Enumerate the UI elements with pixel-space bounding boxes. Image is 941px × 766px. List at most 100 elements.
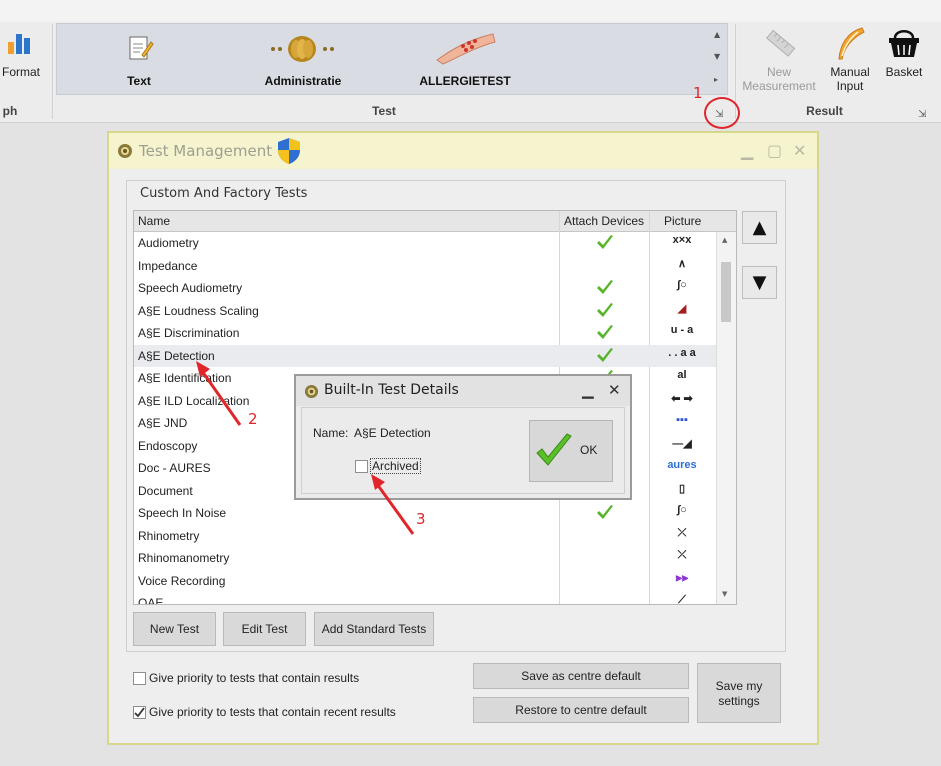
priority-recent-checkbox[interactable] [133,706,146,719]
shield-icon [276,137,302,165]
speech-curve-icon: ∫○ [677,279,687,291]
gallery-item-administratie[interactable]: Administratie [247,74,359,88]
ribbon-separator [52,24,53,119]
basket-button[interactable]: Basket [880,65,928,79]
test-name-cell: Speech In Noise [138,506,227,520]
quill-pen-icon [834,26,868,62]
test-name-cell: A§E JND [138,416,188,430]
bar-chart-icon[interactable] [6,30,36,56]
scroll-thumb[interactable] [721,262,731,322]
window-title: Test Management [139,142,273,160]
table-row[interactable]: Voice Recording ⫸⫸ [134,570,716,592]
restore-centre-default-button[interactable]: Restore to centre default [473,697,689,723]
new-measurement-label-line2: Measurement [742,79,816,93]
test-name-cell: Audiometry [138,236,199,250]
annotation-circle [704,97,740,129]
ribbon-group-caption-result: Result [806,104,843,118]
result-launcher-icon[interactable]: ⇲ [918,109,926,120]
table-row[interactable]: Rhinomanometry ⤫ [134,547,716,569]
column-header-picture[interactable]: Picture [664,214,701,228]
move-down-button[interactable]: ▼ [742,266,777,299]
edit-test-button[interactable]: Edit Test [223,612,306,646]
add-standard-tests-button[interactable]: Add Standard Tests [314,612,434,646]
annotation-number-2: 2 [248,410,258,428]
table-row[interactable]: Speech Audiometry ∫○ [134,277,716,299]
maximize-icon[interactable]: ▢ [767,141,782,160]
priority-results-checkbox[interactable] [133,672,146,685]
close-icon[interactable]: ✕ [793,141,806,160]
text-document-icon [125,34,155,64]
test-name-cell: Doc - AURES [138,461,211,475]
priority-results-label: Give priority to tests that contain resu… [149,671,360,685]
dialog-close-icon[interactable]: ✕ [608,381,621,399]
ribbon-group-graph: Format ph [0,22,52,121]
attach-check-icon [597,235,613,249]
table-row[interactable]: Impedance ∧ [134,255,716,277]
new-test-button[interactable]: New Test [133,612,216,646]
allergy-arm-icon [433,30,497,66]
save-my-settings-button[interactable]: Save my settings [697,663,781,723]
ok-checkmark-icon [536,433,572,466]
save-my-settings-line2: settings [718,694,760,708]
save-centre-default-button[interactable]: Save as centre default [473,663,689,689]
attach-check-icon [597,505,613,519]
arrow-up-icon: ▲ [752,217,767,238]
column-header-attach[interactable]: Attach Devices [564,214,644,228]
rhinomanometry-icon: ⤫ [677,549,687,561]
grid-header: Name Attach Devices Picture [134,211,736,232]
priority-recent-label: Give priority to tests that contain rece… [149,705,396,719]
test-name-cell: Impedance [138,258,198,273]
table-row[interactable]: A§E Loudness Scaling ◢ [134,300,716,322]
move-up-button[interactable]: ▲ [742,211,777,244]
ok-button[interactable]: OK [529,420,613,482]
grid-scrollbar[interactable]: ▲ ▼ [716,232,736,604]
gallery-item-text[interactable]: Text [107,74,171,88]
test-name-cell: A§E Loudness Scaling [138,303,259,318]
dialog-minimize-icon[interactable]: ▁ [582,381,594,399]
test-name-cell: Rhinomanometry [138,551,230,565]
tympanogram-icon: ∧ [677,257,687,270]
annotation-arrow-2 [196,361,242,426]
column-header-name[interactable]: Name [138,214,170,228]
oae-icon: ⟋ [678,594,686,604]
save-my-settings-line1: Save my [715,679,763,693]
gallery-expand-icon[interactable]: ▸ [714,75,718,84]
discrimination-icon: u - a [670,324,694,336]
attach-check-icon [597,280,613,294]
jnd-icon: ▪▪▪ [676,414,688,426]
table-row[interactable]: A§E Discrimination u - a [134,322,716,344]
attach-check-icon [597,325,613,339]
test-name-cell: Endoscopy [138,438,198,453]
aures-logo-icon: aures [667,459,697,471]
test-name-cell: Speech Audiometry [138,281,243,295]
loudness-ramp-icon: ◢ [677,302,687,315]
manual-input-label-line2: Input [836,79,864,93]
minimize-icon[interactable]: ▁ [741,141,753,160]
built-in-test-details-dialog: Built-In Test Details ▁ ✕ Name: A§E Dete… [294,374,632,500]
ok-label: OK [580,443,598,457]
format-button-label[interactable]: Format [0,65,42,79]
test-gallery[interactable]: Text Administratie ALLERGIETEST ▲ ▼ ▸ [56,23,728,95]
gallery-scroll-up-icon[interactable]: ▲ [714,30,720,39]
test-name-cell: OAE [138,596,164,604]
window-title-bar[interactable]: Test Management ▁ ▢ ✕ [109,133,817,169]
table-row[interactable]: OAE ⟋ [134,592,716,604]
gallery-item-allergietest[interactable]: ALLERGIETEST [409,74,521,88]
attach-check-icon [597,302,613,317]
rhinometry-icon: ⤫ [677,526,687,539]
name-value: A§E Detection [354,426,431,440]
scroll-up-icon[interactable]: ▲ [722,236,727,244]
audiogram-icon: x×x [672,234,692,246]
gallery-scroll-down-icon[interactable]: ▼ [714,52,720,61]
new-measurement-label-line1: New [766,65,791,79]
annotation-number-3: 3 [416,510,426,528]
localization-arrows-icon: ⬅ ➡ [671,392,693,405]
ribbon-group-caption-test: Test [372,104,396,118]
attach-check-icon [597,347,613,362]
table-row[interactable]: Audiometry x×x [134,232,716,254]
ribbon-group-caption: ph [2,104,18,118]
identification-icon: al [677,369,687,381]
scroll-down-icon[interactable]: ▼ [722,590,727,598]
manual-input-button[interactable]: Manual Input [822,65,878,93]
dialog-title-bar[interactable]: Built-In Test Details ▁ ✕ [296,376,630,406]
